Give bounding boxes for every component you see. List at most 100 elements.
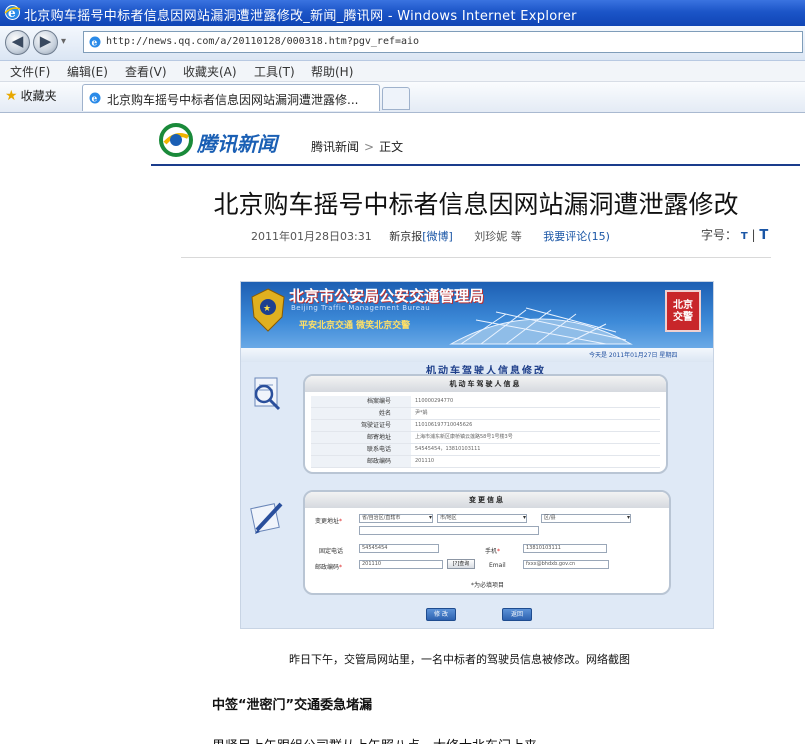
- article-author: 刘珍妮 等: [474, 230, 522, 243]
- banner-english: Beijing Traffic Management Bureau: [291, 304, 431, 312]
- font-size-control: 字号： T | T: [701, 226, 768, 243]
- zip-query-button[interactable]: [?]查询: [447, 559, 475, 569]
- info-row-label: 姓名: [311, 408, 411, 419]
- email-label: Email: [489, 562, 506, 569]
- info-row-value: 201110: [415, 458, 435, 464]
- favorites-label: 收藏夹: [20, 89, 57, 103]
- comment-link[interactable]: 我要评论(15): [543, 230, 610, 243]
- navigation-bar: ◀ ▶ ▾ e http://news.qq.com/a/20110128/00…: [0, 26, 805, 61]
- mobile-label: 手机*: [485, 548, 501, 555]
- window-title-bar: e 北京购车摇号中标者信息因网站漏洞遭泄露修改_新闻_腾讯网 - Windows…: [0, 0, 805, 26]
- address-input[interactable]: [359, 526, 539, 535]
- driver-info-panel-title: 机动车驾驶人信息: [305, 376, 666, 392]
- email-input[interactable]: fxxx@bhdxb.gov.cn: [523, 560, 609, 569]
- tab-label: 北京购车摇号中标者信息因网站漏洞遭泄露修...: [107, 93, 359, 107]
- menu-edit[interactable]: 编辑(E): [67, 63, 108, 80]
- url-text: http://news.qq.com/a/20110128/000318.htm…: [106, 36, 420, 47]
- image-date: 今天是 2011年01月27日 星期四: [589, 352, 678, 359]
- favorites-bar: ★ 收藏夹 e 北京购车摇号中标者信息因网站漏洞遭泄露修...: [0, 82, 805, 113]
- birds-nest-stadium-image: [449, 307, 633, 345]
- menu-favorites[interactable]: 收藏夹(A): [183, 63, 237, 80]
- magnifier-document-icon: [254, 377, 281, 411]
- breadcrumb: 腾讯新闻 > 正文: [311, 138, 403, 155]
- province-select[interactable]: 省/自治区/直辖市: [359, 514, 433, 523]
- font-size-separator: |: [751, 228, 756, 242]
- district-select[interactable]: 区/县: [541, 514, 631, 523]
- traffic-police-logo: 北京 交警: [665, 290, 701, 332]
- police-emblem-icon: ★: [251, 288, 285, 332]
- info-row-label: 邮政编码: [311, 456, 411, 467]
- article-datetime: 2011年01月28日03:31: [251, 230, 372, 243]
- info-row-label: 邮寄地址: [311, 432, 411, 443]
- back-arrow-icon: ◀: [11, 32, 24, 50]
- favorites-button[interactable]: ★ 收藏夹: [5, 87, 57, 104]
- change-info-panel: 变更信息 变更地址* 省/自治区/直辖市 市/地区 区/县 固定电话 54545…: [303, 490, 671, 595]
- article-paragraph: 果紧目上午跟组公司群从上午照八点，大修士北东门上来: [212, 735, 537, 744]
- svg-text:★: ★: [263, 304, 271, 314]
- browser-tab-active[interactable]: e 北京购车摇号中标者信息因网站漏洞遭泄露修...: [82, 84, 380, 111]
- phone-label: 固定电话: [319, 548, 344, 555]
- font-small-button[interactable]: T: [741, 231, 748, 242]
- phone-input[interactable]: 54545454: [359, 544, 439, 553]
- info-row: 邮政编码 201110: [311, 456, 660, 468]
- mobile-input[interactable]: 13810103111: [523, 544, 607, 553]
- info-row: 联系电话 54545454，13810103111: [311, 444, 660, 456]
- address-bar[interactable]: e http://news.qq.com/a/20110128/000318.h…: [83, 31, 803, 53]
- svg-text:e: e: [92, 39, 98, 49]
- meta-divider: [181, 257, 771, 258]
- breadcrumb-separator: >: [364, 140, 375, 154]
- menu-bar: 文件(F) 编辑(E) 查看(V) 收藏夹(A) 工具(T) 帮助(H): [0, 61, 805, 82]
- history-dropdown-icon[interactable]: ▾: [61, 36, 66, 47]
- new-tab-button[interactable]: [382, 87, 410, 110]
- driver-info-panel: 机动车驾驶人信息 档案编号 110000294770 姓名 尹*娟 驾驶证证号 …: [303, 374, 668, 474]
- info-row-value: 上海市浦东新区康桥镇云莲路58号1号楼3号: [415, 434, 513, 440]
- info-row: 档案编号 110000294770: [311, 396, 660, 408]
- required-note: *为必填项目: [471, 582, 505, 589]
- modify-button[interactable]: 修 改: [426, 608, 456, 621]
- return-button[interactable]: 返回: [502, 608, 532, 621]
- info-row: 邮寄地址 上海市浦东新区康桥镇云莲路58号1号楼3号: [311, 432, 660, 444]
- page-content: 腾讯新闻 腾讯新闻 > 正文 北京购车摇号中标者信息因网站漏洞遭泄露修改 2011年…: [0, 113, 805, 744]
- info-row-value: 尹*娟: [415, 410, 428, 416]
- info-row-value: 110106197710045626: [415, 422, 473, 428]
- forward-button[interactable]: ▶: [33, 30, 58, 55]
- info-row-label: 档案编号: [311, 396, 411, 407]
- info-row-value: 110000294770: [415, 398, 454, 404]
- font-size-label: 字号：: [701, 228, 738, 242]
- city-select[interactable]: 市/地区: [437, 514, 527, 523]
- menu-tools[interactable]: 工具(T): [254, 63, 295, 80]
- info-row-label: 驾驶证证号: [311, 420, 411, 431]
- breadcrumb-home[interactable]: 腾讯新闻: [311, 140, 359, 154]
- breadcrumb-current: 正文: [379, 140, 404, 154]
- zip-label: 邮政编码*: [315, 564, 343, 571]
- article-meta: 2011年01月28日03:31 新京报[微博] 刘珍妮 等 我要评论(15): [251, 228, 610, 244]
- tencent-logo-icon: [159, 123, 193, 157]
- menu-file[interactable]: 文件(F): [10, 63, 50, 80]
- tencent-news-logo[interactable]: 腾讯新闻: [159, 122, 299, 158]
- zip-input[interactable]: 201110: [359, 560, 443, 569]
- banner-slogan: 平安北京交通 微笑北京交警: [299, 321, 411, 331]
- info-row-label: 联系电话: [311, 444, 411, 455]
- article-title: 北京购车摇号中标者信息因网站漏洞遭泄露修改: [213, 190, 739, 219]
- menu-help[interactable]: 帮助(H): [311, 63, 353, 80]
- forward-arrow-icon: ▶: [39, 32, 52, 50]
- article-source: 新京报[微博]: [389, 230, 453, 243]
- image-banner: ★ 北京市公安局公安交通管理局 Beijing Traffic Manageme…: [241, 282, 713, 348]
- tab-page-icon: e: [89, 92, 101, 105]
- menu-view[interactable]: 查看(V): [125, 63, 167, 80]
- article-subheading: 中签“泄密门”交通委急堵漏: [212, 698, 373, 713]
- font-large-button[interactable]: T: [759, 228, 768, 243]
- image-caption: 昨日下午，交管局网站里，一名中标者的驾驶员信息被修改。网络截图: [289, 653, 630, 666]
- header-divider: [151, 164, 800, 166]
- source-weibo-link[interactable]: [微博]: [422, 230, 453, 243]
- left-blank-frame: [0, 113, 151, 744]
- window-title: 北京购车摇号中标者信息因网站漏洞遭泄露修改_新闻_腾讯网 - Windows I…: [24, 9, 577, 24]
- back-button[interactable]: ◀: [5, 30, 30, 55]
- pen-document-icon: [250, 502, 283, 534]
- source-name[interactable]: 新京报: [389, 230, 422, 243]
- star-icon: ★: [5, 88, 18, 104]
- info-row: 姓名 尹*娟: [311, 408, 660, 420]
- article-image: ★ 北京市公安局公安交通管理局 Beijing Traffic Manageme…: [240, 281, 714, 629]
- address-label: 变更地址*: [315, 518, 343, 525]
- info-row: 驾驶证证号 110106197710045626: [311, 420, 660, 432]
